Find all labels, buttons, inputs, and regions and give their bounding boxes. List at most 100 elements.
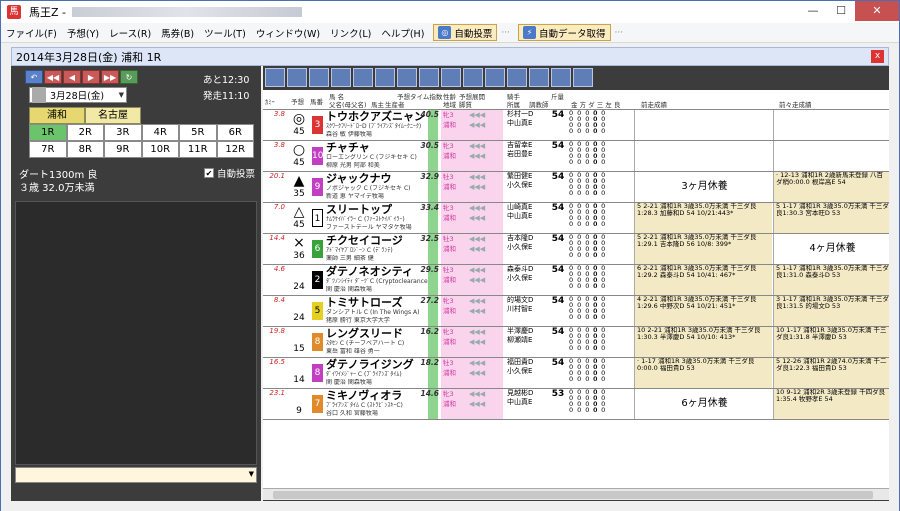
menu-help[interactable]: ヘルプ(H) xyxy=(376,26,429,40)
race-button-6[interactable]: 6R xyxy=(216,124,254,141)
horse-breeder: 宮藤牧場 xyxy=(353,410,378,417)
auto-bet-button[interactable]: ◎ 自動投票 xyxy=(433,24,498,41)
horse-sex: 牝3 xyxy=(443,390,454,398)
table-row[interactable]: 8.4 24 5 トミサトローズ ダンシアトル C (In The Wings A) 猪原… xyxy=(263,296,889,327)
prev-race-1[interactable]: 5 2-21 浦和1R 3歳35.0万未満 千三ダ良1:29.1 吉本隆D 56… xyxy=(634,234,772,264)
time-remaining: あと12:30 xyxy=(203,75,250,86)
maximize-button[interactable]: ☐ xyxy=(827,1,855,21)
race-button-8[interactable]: 8R xyxy=(66,141,104,158)
prev-race-1[interactable] xyxy=(634,110,772,140)
menu-tool[interactable]: ツール(T) xyxy=(199,26,251,40)
prev-race-2[interactable] xyxy=(773,141,889,171)
status-bar xyxy=(1,501,899,511)
report-icon[interactable] xyxy=(573,68,593,87)
header-time-index: 予想タイム指数 xyxy=(397,93,443,101)
prev-race-1[interactable] xyxy=(634,141,772,171)
table-row[interactable]: 14.4 × 36 6 チクセイコージ ｱﾄﾞﾏｲﾔﾌﾟﾛｼﾞｰﾝ C (ﾃﾞﾗﾝﾃ) 薬師… xyxy=(263,234,889,265)
close-button[interactable]: ✕ xyxy=(855,1,899,21)
race-button-12[interactable]: 12R xyxy=(216,141,254,158)
prev-race-1[interactable]: 5 2-21 浦和1R 3歳35.0万未満 千三ダ良1:28.3 加藤和D 54… xyxy=(634,203,772,233)
trainer-name: 柳瀬靖E xyxy=(507,336,533,344)
menu-link[interactable]: リンク(L) xyxy=(325,26,376,40)
jockey-info: 福田貴D 小久保E xyxy=(504,358,548,388)
table-row[interactable]: 16.5 14 8 ダテノライジング ﾀﾞｲﾜｲﾒｼﾞｬｰ C (ﾌﾞﾗｲｱﾝｽﾞﾀｲﾑ… xyxy=(263,358,889,389)
prev-race-1[interactable]: 3ヶ月休養 xyxy=(634,172,772,202)
prev-race-2[interactable]: 5 1-17 浦和1R 3歳35.0万未満 千三ダ良1:31.0 森泰斗D 53 xyxy=(773,265,889,295)
menu-race[interactable]: レース(R) xyxy=(104,26,156,40)
grid-icon[interactable] xyxy=(309,68,329,87)
venue-tab-nagoya[interactable]: 名古屋 xyxy=(85,107,141,124)
wrench-icon[interactable] xyxy=(265,68,285,87)
book-open-icon[interactable] xyxy=(485,68,505,87)
prev-race-2[interactable]: 10 1-17 浦和1R 3歳35.0万未満 千三ダ良1:31.8 半澤慶D 5… xyxy=(773,327,889,357)
race-button-1[interactable]: 1R xyxy=(29,124,67,141)
date-picker[interactable]: 3月28日(金) ▼ xyxy=(29,87,127,103)
race-button-11[interactable]: 11R xyxy=(179,141,217,158)
prev-icon[interactable]: ◀ xyxy=(63,70,81,84)
race-button-7[interactable]: 7R xyxy=(29,141,67,158)
table-row[interactable]: 20.1 ▲ 35 9 ジャックナウ ノボジャック C (フジキセキ C) 新道 恵 ヤマイ… xyxy=(263,172,889,203)
table-row[interactable]: 7.0 △ 45 1 スリートップ ﾅﾑﾗｹｲﾊﾟｲﾗｰ C (ﾌｧｰｽﾄｹｲﾊﾟｲﾗｰ)… xyxy=(263,203,889,234)
scale-icon[interactable] xyxy=(331,68,351,87)
prev-race-2[interactable]: 5 1-17 浦和1R 3歳35.0万未満 千三ダ良1:30.3 宮本旺D 53 xyxy=(773,203,889,233)
race-button-3[interactable]: 3R xyxy=(104,124,142,141)
table-row[interactable]: 3.8 ○ 45 10 チャチャ ローエングリン C (フジキセキ C) 柳原 光男 阿部 … xyxy=(263,141,889,172)
next-icon[interactable]: ▶ xyxy=(82,70,100,84)
race-button-5[interactable]: 5R xyxy=(179,124,217,141)
last-icon[interactable]: ▶▶ xyxy=(101,70,119,84)
horse-number-badge: 10 xyxy=(312,147,323,165)
prev-race-1[interactable]: 6 2-21 浦和1R 3歳35.0万未満 千三ダ良1:29.2 森泰斗D 54… xyxy=(634,265,772,295)
race-button-9[interactable]: 9R xyxy=(104,141,142,158)
menu-yoso[interactable]: 予想(Y) xyxy=(62,26,104,40)
horse-icon[interactable] xyxy=(507,68,527,87)
right-panel: ｶﾐｰ 予想 馬番 馬 名 父名(母父名) 馬主 生産者 予想タイム指数 性齢 … xyxy=(263,66,889,501)
prev-race-2[interactable]: 10 9-12 浦和2R 3歳未登録 千四ダ良1:35.4 牧野孝E 54 xyxy=(773,389,889,419)
scrollbar-thumb[interactable] xyxy=(273,491,873,499)
venue-tab-urawa[interactable]: 浦和 xyxy=(29,107,85,124)
sex-area: 牡3 浦和 xyxy=(441,265,469,295)
race-button-10[interactable]: 10R xyxy=(141,141,179,158)
auto-data-button[interactable]: ⚡ 自動データ取得 xyxy=(518,24,611,41)
recycle-icon[interactable] xyxy=(287,68,307,87)
table-row[interactable]: 19.8 15 8 レングスリード ｽﾀｾﾝ C (チーフベアハート C) 東岳 富和 雄… xyxy=(263,327,889,358)
undo-icon[interactable]: ↶ xyxy=(25,70,43,84)
window-icon[interactable] xyxy=(375,68,395,87)
header-trainer: 調教師 xyxy=(529,101,549,109)
menu-file[interactable]: ファイル(F) xyxy=(1,26,62,40)
auto-data-label: 自動データ取得 xyxy=(539,28,606,40)
settings-icon[interactable] xyxy=(551,68,571,87)
book-icon[interactable] xyxy=(463,68,483,87)
menu-baken[interactable]: 馬券(B) xyxy=(156,26,199,40)
prev-race-1[interactable]: 6ヶ月休養 xyxy=(634,389,772,419)
minimize-button[interactable]: — xyxy=(799,1,827,21)
menu-window[interactable]: ウィンドウ(W) xyxy=(251,26,325,40)
print-icon[interactable] xyxy=(419,68,439,87)
race-close-button[interactable]: x xyxy=(871,50,884,63)
edit-icon[interactable] xyxy=(353,68,373,87)
prev-race-1[interactable]: 4 2-21 浦和1R 3歳35.0万未満 千三ダ良1:29.6 中野次D 54… xyxy=(634,296,772,326)
refresh-icon[interactable]: ↻ xyxy=(120,70,138,84)
card-icon[interactable] xyxy=(397,68,417,87)
copy-icon[interactable] xyxy=(441,68,461,87)
prev-race-2[interactable]: 5 12-26 浦和1R 2歳74.0万未満 千二ダ良1:22.3 福田貴D 5… xyxy=(773,358,889,388)
header-owner: 馬主 xyxy=(371,101,384,109)
prev-race-2[interactable] xyxy=(773,110,889,140)
race-button-2[interactable]: 2R xyxy=(66,124,104,141)
race-class: ３歳 32.0万未満 xyxy=(19,183,95,194)
prev-race-2[interactable]: · 12-13 浦和1R 2歳新馬未登録 八百ダ稍0:00.0 根岸高E 54 xyxy=(773,172,889,202)
horse-area: 浦和 xyxy=(443,183,456,191)
race-button-4[interactable]: 4R xyxy=(141,124,179,141)
table-row[interactable]: 23.1 9 7 ミキノヴィオラ ﾌﾞﾗｲｱﾝｽﾞﾀｲﾑ C (ｽﾄﾗﾋﾞﾝｽｷｰC) 谷… xyxy=(263,389,889,420)
columns-icon[interactable] xyxy=(529,68,549,87)
prev-race-1[interactable]: 10 2-21 浦和1R 3歳35.0万未満 千三ダ良1:30.3 半澤慶D 5… xyxy=(634,327,772,357)
prev-race-1[interactable]: · 1-17 浦和1R 3歳35.0万未満 千三ダ良0:00.0 福田貴D 53 xyxy=(634,358,772,388)
prev-race-2[interactable]: 3 1-17 浦和1R 3歳35.0万未満 千三ダ良1:31.5 的場文D 53 xyxy=(773,296,889,326)
prev-race-2[interactable]: 4ヶ月休養 xyxy=(773,234,889,264)
table-row[interactable]: 4.6 24 2 ダテノネオシティ ﾀﾞﾂﾉﾝｼｲﾃｨ ﾀﾞｰﾂﾞC (Cryptocl… xyxy=(263,265,889,296)
table-row[interactable]: 3.8 ◎ 45 3 トウホクアズニャン ｽｸﾜｰｸﾌﾘｰﾄﾞﾛｰD (ﾌﾞﾗｲｱﾝｽﾞﾀ… xyxy=(263,110,889,141)
auto-bet-checkbox[interactable]: ✔ 自動投票 xyxy=(204,166,255,180)
first-icon[interactable]: ◀◀ xyxy=(44,70,62,84)
jockey-info: 杉村一D 中山真E xyxy=(504,110,548,140)
memo-input[interactable]: ▼ xyxy=(15,467,257,483)
horizontal-scrollbar[interactable] xyxy=(263,488,889,500)
